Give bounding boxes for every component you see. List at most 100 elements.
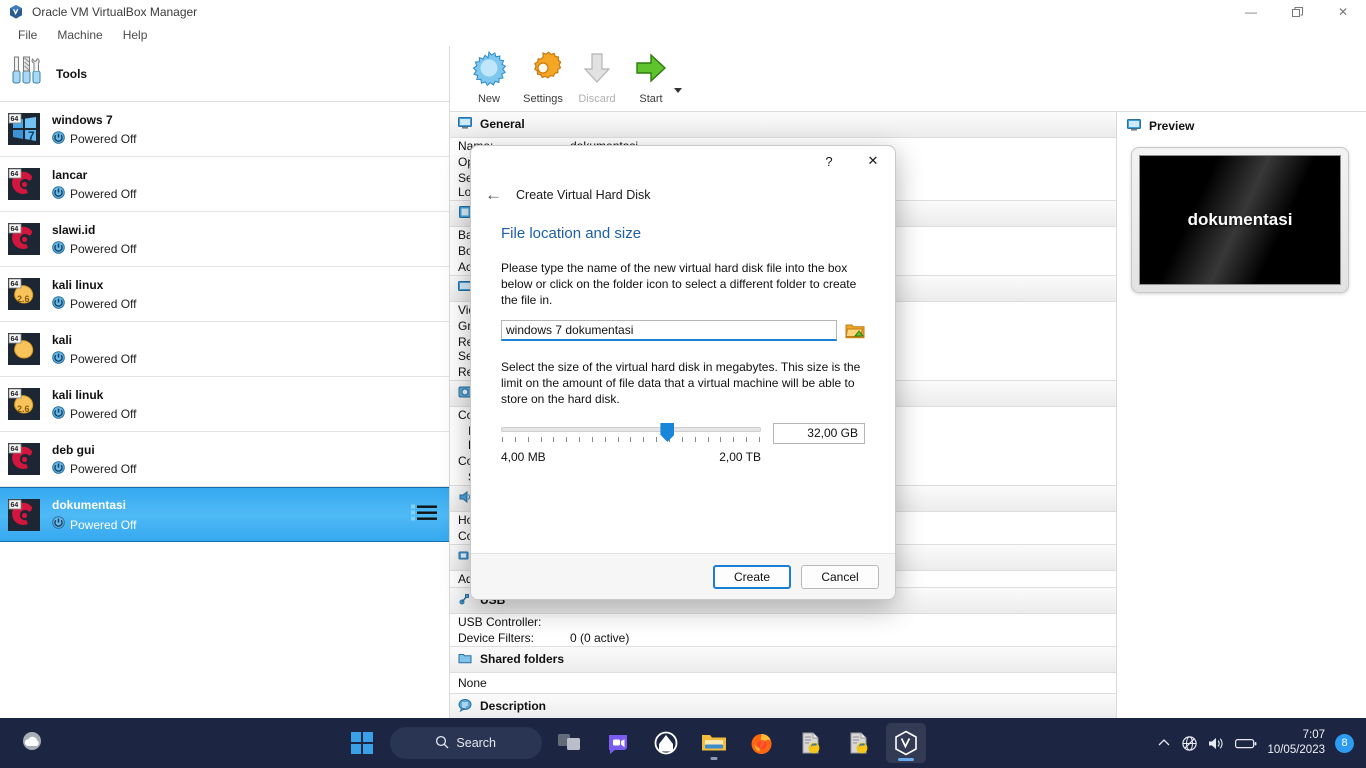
vm-state: Powered Off [52,350,137,368]
file-explorer-icon[interactable] [694,723,734,763]
svg-text:7: 7 [28,129,35,143]
menu-file[interactable]: File [8,26,47,44]
vm-text: windows 7 Powered Off [52,111,136,148]
vm-name: kali linux [52,277,104,292]
back-arrow-icon[interactable]: ← [485,186,502,203]
vm-list-item[interactable]: 64 lancar Powered Off [0,157,449,212]
power-off-icon [52,516,65,533]
start-button-label: Start [639,93,663,105]
menu-machine[interactable]: Machine [47,26,112,44]
dialog-titlebar: ? ✕ [471,146,895,176]
vm-state: Powered Off [52,460,136,478]
system-tray: 7:07 10/05/2023 8 [1157,728,1366,758]
gear-icon [525,50,562,91]
vm-name: lancar [52,167,88,182]
create-button[interactable]: Create [713,564,791,589]
minimize-button[interactable]: — [1228,0,1274,24]
dialog-nav: ← Create Virtual Hard Disk [471,176,895,203]
python-file-icon[interactable] [790,723,830,763]
vm-list-item[interactable]: 7 64 windows 7 Powered Off [0,102,449,157]
vm-list-item[interactable]: 2.6 64 kali linux Powered Off [0,267,449,322]
notification-badge[interactable]: 8 [1335,733,1354,753]
size-value-field[interactable]: 32,00 GB [773,423,865,444]
close-button[interactable]: ✕ [1320,0,1366,24]
browser-ring-icon[interactable] [646,723,686,763]
down-arrow-icon [579,50,615,91]
vm-state: Powered Off [52,295,136,313]
folder-icon [458,651,472,668]
power-off-icon [52,185,65,203]
vm-text: kali linuk Powered Off [52,386,136,423]
speaker-icon[interactable] [1208,736,1225,751]
power-off-icon [52,405,65,423]
taskbar-clock[interactable]: 7:07 10/05/2023 [1267,728,1325,758]
monitor-icon [1127,118,1141,135]
section-title-description: Description [480,699,547,714]
start-dropdown-caret-icon[interactable] [674,87,682,93]
running-indicator [710,757,718,760]
vm-state-label: Powered Off [70,132,137,146]
python-file-icon-2[interactable] [838,723,878,763]
taskview-icon[interactable] [550,723,590,763]
create-virtual-hard-disk-dialog: ? ✕ ← Create Virtual Hard Disk File loca… [470,145,896,600]
globe-no-internet-icon[interactable] [1181,735,1198,752]
vm-text: deb gui Powered Off [52,441,136,478]
preview-panel: Preview dokumentasi [1116,111,1366,718]
vm-list-item[interactable]: 64 kali Powered Off [0,322,449,377]
slider-track[interactable] [501,427,761,432]
monitor-icon [458,116,472,133]
vm-os-icon: 64 [8,498,40,531]
vm-list-item[interactable]: 64 deb gui Powered Off [0,432,449,487]
settings-button-label: Settings [523,93,563,105]
tools-label: Tools [56,66,88,81]
preview-header: Preview [1117,112,1366,141]
start-button[interactable]: Start [624,46,678,105]
vm-os-icon: 7 64 [8,113,40,145]
firefox-icon[interactable] [742,723,782,763]
section-title-shared-folders: Shared folders [480,652,565,667]
svg-text:64: 64 [11,391,19,398]
taskbar-weather-widget[interactable] [0,726,110,761]
vm-os-icon: 64 [8,333,40,365]
vm-list-item[interactable]: 2.6 64 kali linuk Powered Off [0,377,449,432]
sidebar-item-tools[interactable]: Tools [0,46,449,102]
vm-state-label: Powered Off [70,407,137,421]
settings-button[interactable]: Settings [516,46,570,105]
dialog-help-button[interactable]: ? [807,146,851,176]
folder-open-icon[interactable] [845,322,865,340]
power-off-icon [52,460,65,478]
teams-icon[interactable] [598,723,638,763]
vm-context-menu-icon[interactable] [411,503,437,526]
vm-os-icon: 64 [8,223,40,255]
size-slider[interactable]: 4,00 MB 2,00 TB [501,423,761,464]
search-icon [435,735,449,752]
vm-list-item[interactable]: 64 dokumentasi Powered Off [0,487,449,542]
slider-ticks [501,437,761,442]
svg-text:64: 64 [11,226,19,233]
chevron-up-icon[interactable] [1157,736,1171,750]
menu-help[interactable]: Help [113,26,158,44]
vm-state-label: Powered Off [70,352,137,366]
weather-cloud-icon [18,726,48,761]
speech-bubble-icon [458,698,472,715]
power-off-icon [52,295,65,313]
cancel-button[interactable]: Cancel [801,564,879,589]
dialog-close-button[interactable]: ✕ [851,146,895,176]
vm-state: Powered Off [52,405,137,423]
maximize-button[interactable] [1274,0,1320,24]
virtualbox-icon[interactable] [885,723,926,763]
vm-list-item[interactable]: 64 slawi.id Powered Off [0,212,449,267]
svg-text:64: 64 [11,171,19,178]
svg-text:64: 64 [11,446,19,453]
power-off-icon [52,350,65,368]
start-button[interactable] [342,723,382,763]
vm-text: kali linux Powered Off [52,276,136,313]
slider-max-label: 2,00 TB [719,450,761,464]
new-button[interactable]: New [462,46,516,105]
detail-row-device-filters: Device Filters: 0 (0 active) [450,630,1116,646]
search-box[interactable]: Search [389,727,542,759]
filename-input[interactable] [501,320,837,341]
detail-value: 0 (0 active) [570,630,630,645]
battery-icon[interactable] [1235,737,1257,750]
dialog-body: Please type the name of the new virtual … [471,242,895,553]
